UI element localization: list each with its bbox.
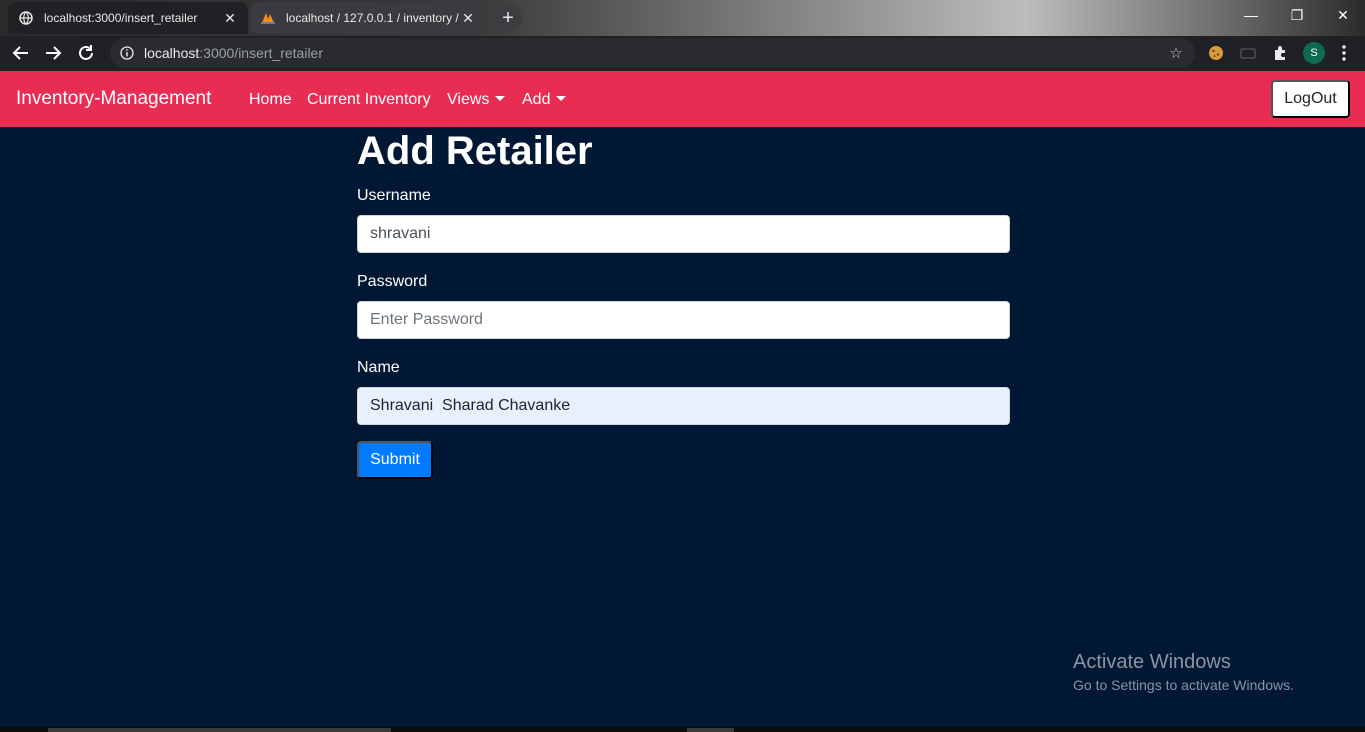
reload-icon[interactable]	[73, 40, 99, 66]
close-tab-icon[interactable]: ✕	[460, 10, 476, 26]
minimize-icon[interactable]: —	[1228, 0, 1274, 30]
cookie-extension-icon[interactable]	[1206, 43, 1226, 63]
scrollbar-thumb[interactable]	[48, 728, 391, 732]
username-label: Username	[357, 187, 431, 204]
url-host: localhost	[144, 45, 200, 61]
bookmark-star-icon[interactable]: ☆	[1166, 43, 1186, 63]
name-input[interactable]: Shravani Sharad Chavanke	[357, 387, 1010, 425]
browser-titlebar: localhost:3000/insert_retailer ✕ localho…	[0, 0, 1365, 36]
back-icon[interactable]	[8, 40, 34, 66]
extension-icon[interactable]	[1238, 43, 1258, 63]
browser-tab-inactive[interactable]: localhost / 127.0.0.1 / inventory / ✕	[250, 2, 486, 34]
activate-windows-title: Activate Windows	[1073, 651, 1231, 673]
browser-tab-active[interactable]: localhost:3000/insert_retailer ✕	[8, 2, 248, 34]
globe-icon	[18, 10, 34, 26]
nav-views-dropdown[interactable]: Views	[447, 91, 506, 109]
caret-down-icon	[556, 96, 567, 101]
phpmyadmin-icon	[260, 10, 276, 26]
password-input[interactable]: Enter Password	[357, 301, 1010, 339]
nav-add-label: Add	[522, 91, 551, 108]
nav-current-inventory[interactable]: Current Inventory	[307, 91, 431, 109]
caret-down-icon	[495, 96, 506, 101]
name-label: Name	[357, 359, 400, 376]
activate-windows-subtitle: Go to Settings to activate Windows.	[1073, 677, 1294, 693]
password-label: Password	[357, 273, 428, 290]
submit-button[interactable]: Submit	[357, 441, 433, 479]
new-tab-button[interactable]: +	[494, 4, 522, 32]
tab-title: localhost:3000/insert_retailer	[44, 11, 198, 25]
profile-avatar[interactable]: S	[1303, 42, 1325, 64]
nav-views-label: Views	[447, 91, 490, 108]
app-navbar: Inventory-Management Home Current Invent…	[0, 71, 1365, 127]
brand-link[interactable]: Inventory-Management	[16, 88, 211, 110]
browser-toolbar: localhost:3000/insert_retailer ☆ S	[0, 36, 1365, 71]
nav-home[interactable]: Home	[249, 91, 292, 109]
nav-add-dropdown[interactable]: Add	[522, 91, 567, 109]
address-bar[interactable]: localhost:3000/insert_retailer	[110, 38, 1195, 68]
restore-icon[interactable]: ❐	[1274, 0, 1320, 30]
puzzle-extensions-icon[interactable]	[1270, 43, 1290, 63]
forward-icon[interactable]	[40, 40, 66, 66]
scrollbar-thumb-secondary[interactable]	[687, 728, 734, 732]
close-tab-icon[interactable]: ✕	[222, 10, 238, 26]
info-icon[interactable]	[120, 46, 134, 60]
logout-button[interactable]: LogOut	[1271, 80, 1350, 118]
username-input[interactable]: shravani	[357, 215, 1010, 253]
url-path: :3000/insert_retailer	[199, 45, 324, 61]
kebab-menu-icon[interactable]	[1334, 43, 1354, 63]
page-title: Add Retailer	[357, 129, 593, 173]
tab-title: localhost / 127.0.0.1 / inventory /	[286, 11, 459, 25]
close-window-icon[interactable]: ✕	[1320, 0, 1365, 30]
